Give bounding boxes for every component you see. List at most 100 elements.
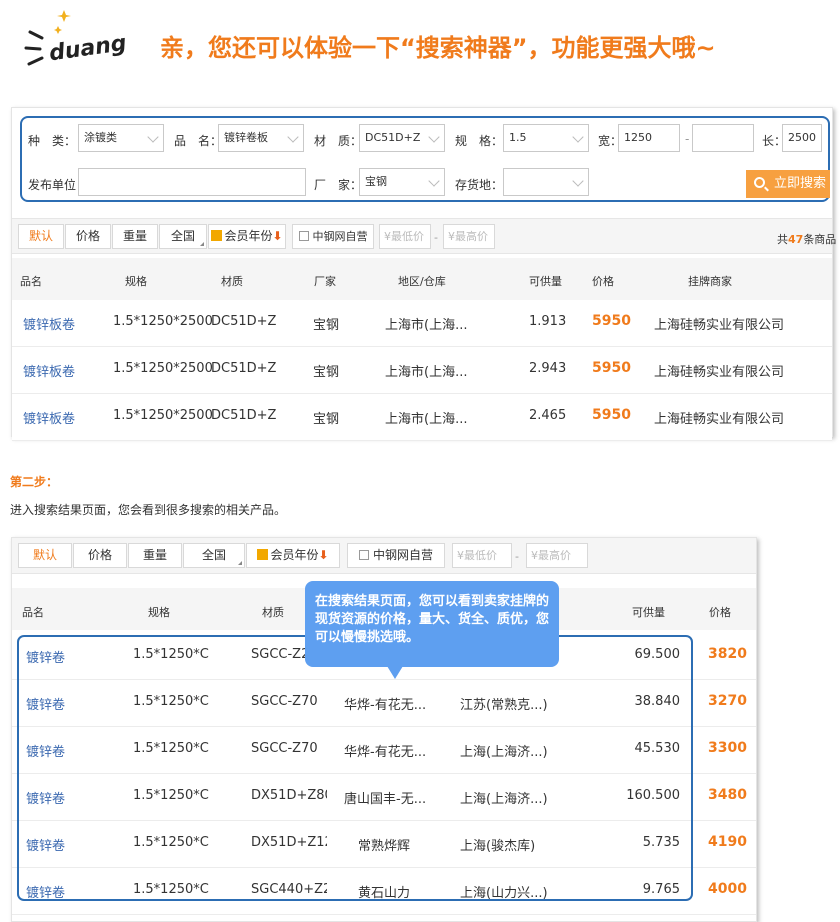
- spec-cell: 1.5*1250*C: [133, 882, 209, 897]
- factory-select[interactable]: 宝钢: [359, 168, 445, 196]
- col-header: 厂家: [314, 275, 336, 288]
- step-title: 第二步：: [10, 475, 59, 489]
- spec-select[interactable]: 1.5: [503, 124, 589, 152]
- product-link[interactable]: 镀锌卷: [26, 694, 65, 713]
- duang-logo: duang: [22, 4, 142, 82]
- quantity-cell: 45.530: [634, 741, 681, 756]
- product-link[interactable]: 镀锌卷: [26, 788, 65, 807]
- material-cell: SGCC-Z70: [251, 694, 318, 709]
- col-header: 规格: [125, 275, 147, 288]
- chevron-down-icon: [572, 175, 584, 187]
- region-select[interactable]: 全国: [183, 543, 245, 568]
- price-cell: 4190: [708, 834, 747, 850]
- product-select[interactable]: 镀锌卷板: [218, 124, 304, 152]
- table-row[interactable]: 镀锌卷 1.5*1250*C DX51D+Z120 常熟烨辉 上海(骏杰库) 5…: [12, 821, 756, 868]
- search-icon: [754, 177, 765, 188]
- width-max-input[interactable]: [692, 124, 754, 152]
- location-cell: 上海市(上海...: [385, 318, 468, 333]
- spec-cell: 1.5*1250*C: [133, 647, 209, 662]
- product-link[interactable]: 镀锌板卷: [23, 361, 75, 380]
- material-cell: DX51D+Z80: [251, 788, 327, 803]
- quantity-cell: 38.840: [634, 694, 681, 709]
- table-row[interactable]: 镀锌卷 1.5*1250*C SGCC-Z70 华烨-有花无... 江苏(常熟克…: [12, 680, 756, 727]
- max-price-input[interactable]: ¥最高价: [443, 224, 495, 249]
- sort-price-button[interactable]: 价格: [65, 224, 111, 249]
- price-dash: -: [434, 231, 438, 244]
- product-link[interactable]: 镀锌卷: [26, 835, 65, 854]
- sort-price-button[interactable]: 价格: [73, 543, 127, 568]
- category-label: 种 类：: [28, 134, 77, 148]
- sort-default-button[interactable]: 默认: [18, 543, 72, 568]
- product-link[interactable]: 镀锌卷: [26, 647, 65, 666]
- seller-link[interactable]: 上海硅畅实业有限公司: [654, 361, 784, 380]
- material-select[interactable]: DC51D+Z: [359, 124, 445, 152]
- sort-weight-button[interactable]: 重量: [112, 224, 158, 249]
- col-header: 品名: [22, 606, 44, 619]
- total-count: 共47条商品: [777, 233, 837, 246]
- chevron-down-icon: [147, 131, 159, 143]
- quantity-cell: 5.735: [642, 835, 680, 850]
- product-link[interactable]: 镀锌板卷: [23, 408, 75, 427]
- location-cell: 上海(上海济...): [460, 792, 548, 807]
- material-cell: SGCC-Z70: [251, 741, 318, 756]
- seller-link[interactable]: 上海硅畅实业有限公司: [654, 314, 784, 333]
- quantity-cell: 2.465: [529, 408, 567, 423]
- price-cell: 3820: [708, 646, 747, 662]
- sort-weight-button[interactable]: 重量: [128, 543, 182, 568]
- region-select[interactable]: 全国: [159, 224, 207, 249]
- table-row[interactable]: 镀锌卷 1.5*1250*C SGC440+Z275 黄石山力 上海(山力兴..…: [12, 868, 756, 915]
- stock-select[interactable]: [503, 168, 589, 196]
- chevron-down-icon: [428, 131, 440, 143]
- self-operated-checkbox[interactable]: 中钢网自营: [347, 543, 445, 568]
- member-year-icon: [257, 549, 269, 560]
- product-link[interactable]: 镀锌卷: [26, 741, 65, 760]
- spec-cell: 1.5*1250*C: [133, 788, 209, 803]
- sort-desc-icon: ⬇: [272, 229, 283, 243]
- search-button[interactable]: 立即搜索: [746, 170, 830, 198]
- price-cell: 3270: [708, 693, 747, 709]
- category-select[interactable]: 涂镀类: [78, 124, 164, 152]
- quantity-cell: 9.765: [642, 882, 680, 897]
- spec-cell: 1.5*1250*C: [133, 694, 209, 709]
- max-price-input[interactable]: ¥最高价: [526, 543, 588, 568]
- table-row[interactable]: 镀锌板卷 1.5*1250*2500 DC51D+Z 宝钢 上海市(上海... …: [12, 347, 832, 394]
- material-cell: DC51D+Z: [211, 408, 277, 423]
- col-header: 可供量: [632, 606, 665, 619]
- table-row[interactable]: 镀锌卷 1.5*1250*C SGCC-Z70 华烨-有花无... 上海(上海济…: [12, 727, 756, 774]
- quantity-cell: 2.943: [529, 361, 567, 376]
- factory-cell: 常熟烨辉: [358, 839, 411, 854]
- table-row[interactable]: 镀锌板卷 1.5*1250*2500 DC51D+Z 宝钢 上海市(上海... …: [12, 394, 832, 441]
- checkbox-icon: [298, 231, 309, 241]
- spec-cell: 1.5*1250*2500: [113, 314, 213, 329]
- promo-banner: 亲，您还可以体验一下“搜索神器”，功能更强大哦~: [160, 34, 716, 62]
- spec-cell: 1.5*1250*2500: [113, 361, 213, 376]
- min-price-input[interactable]: ¥最低价: [452, 543, 512, 568]
- col-header: 地区/仓库: [398, 275, 446, 288]
- material-cell: SGC440+Z275: [251, 882, 327, 897]
- seller-link[interactable]: 上海硅畅实业有限公司: [654, 408, 784, 427]
- material-cell: DC51D+Z: [211, 314, 277, 329]
- search-panel: 种 类： 涂镀类 品 名： 镀锌卷板 材 质： DC51D+Z 规 格： 1.5…: [11, 107, 836, 441]
- sort-member-year-button[interactable]: 会员年份⬇: [246, 543, 340, 568]
- self-operated-checkbox[interactable]: 中钢网自营: [292, 224, 374, 249]
- svg-text:duang: duang: [48, 31, 128, 67]
- factory-cell: 宝钢: [313, 318, 340, 333]
- table-row[interactable]: 镀锌卷 1.5*1250*C DX51D+Z80 唐山国丰-无... 上海(上海…: [12, 774, 756, 821]
- factory-cell: 华烨-有花无...: [344, 698, 427, 713]
- width-min-input[interactable]: 1250: [618, 124, 680, 152]
- product-link[interactable]: 镀锌板卷: [23, 314, 75, 333]
- factory-cell: 宝钢: [313, 365, 340, 380]
- col-header: 材质: [262, 606, 284, 619]
- product-link[interactable]: 镀锌卷: [26, 882, 65, 901]
- min-price-input[interactable]: ¥最低价: [379, 224, 431, 249]
- table-row[interactable]: 镀锌板卷 1.5*1250*2500 DC51D+Z 宝钢 上海市(上海... …: [12, 300, 832, 347]
- price-cell: 4000: [708, 881, 747, 897]
- sort-bar: 默认 价格 重量 全国 会员年份⬇ 中钢网自营 ¥最低价 - ¥最高价 共47条…: [12, 218, 836, 254]
- location-cell: 上海(骏杰库): [460, 839, 536, 854]
- factory-cell: 唐山国丰-无...: [344, 792, 427, 807]
- publisher-input[interactable]: [78, 168, 306, 196]
- length-input[interactable]: 2500: [782, 124, 822, 152]
- sort-member-year-button[interactable]: 会员年份⬇: [208, 224, 286, 249]
- quantity-cell: 1.913: [529, 314, 567, 329]
- sort-default-button[interactable]: 默认: [18, 224, 64, 249]
